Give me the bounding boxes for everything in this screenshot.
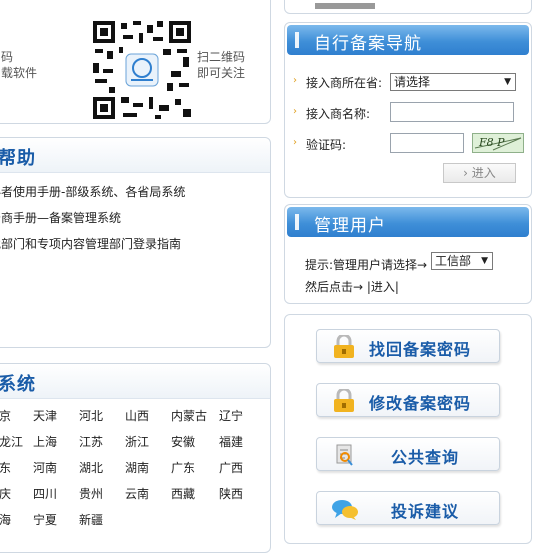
province-link[interactable]: 陕西 xyxy=(219,485,243,502)
recover-password-button[interactable]: 找回备案密码 xyxy=(316,329,500,363)
help-link-login-guide[interactable]: 批部门和专项内容管理部门登录指南 xyxy=(0,235,185,261)
province-link[interactable]: 山西 xyxy=(125,407,149,424)
province-link[interactable]: 青海 xyxy=(0,511,11,528)
bureau-title-bar: 局系统 xyxy=(0,364,270,399)
quick-tools-panel: 找回备案密码 修改备案密码 公共查询 投诉建议 xyxy=(284,314,532,544)
help-link-manual-provider[interactable]: 务商手册—备案管理系统 xyxy=(0,209,185,235)
title-marker xyxy=(295,214,299,230)
province-link[interactable]: 广东 xyxy=(171,459,195,476)
scan-to-follow-text: 扫二维码 即可关注 xyxy=(197,50,246,80)
province-link[interactable]: 西藏 xyxy=(171,485,195,502)
change-password-label: 修改备案密码 xyxy=(369,394,472,413)
help-title-bar: 统帮助 xyxy=(0,138,270,173)
self-filing-nav-panel: 自行备案导航 › 接入商所在省: 请选择 ▼ › 接入商名称: › 验证码: F… xyxy=(284,22,532,198)
bullet-arrow-icon: › xyxy=(293,106,297,117)
province-link[interactable]: 北京 xyxy=(0,407,11,424)
nav-enter-label: 进入 xyxy=(471,166,496,180)
chat-icon xyxy=(331,497,359,521)
nav-enter-button[interactable]: › 进入 xyxy=(443,163,516,183)
province-link[interactable]: 云南 xyxy=(125,485,149,502)
captcha-image[interactable]: F8 P xyxy=(472,133,524,153)
province-link[interactable]: 河南 xyxy=(33,459,57,476)
province-link[interactable]: 湖南 xyxy=(125,459,149,476)
province-link[interactable]: 贵州 xyxy=(79,485,103,502)
complaint-button[interactable]: 投诉建议 xyxy=(316,491,500,525)
system-help-panel: 统帮助 办者使用手册-部级系统、各省局系统 务商手册—备案管理系统 批部门和专项… xyxy=(0,137,271,348)
lock-icon xyxy=(331,333,359,359)
public-query-button[interactable]: 公共查询 xyxy=(316,437,500,471)
province-link[interactable]: 河北 xyxy=(79,407,103,424)
complaint-label: 投诉建议 xyxy=(391,502,460,521)
top-partial-panel xyxy=(284,0,532,14)
qr-code-image xyxy=(93,21,191,119)
bullet-arrow-icon: › xyxy=(293,75,297,86)
admin-hint-prefix: 提示:管理用户请选择→ xyxy=(305,258,428,272)
recover-password-label: 找回备案密码 xyxy=(369,340,472,359)
svg-text:F8 P: F8 P xyxy=(478,136,505,149)
admin-title-bar: 管理用户 xyxy=(287,207,529,237)
province-link[interactable]: 广西 xyxy=(219,459,243,476)
chevron-down-icon: ▼ xyxy=(481,256,488,266)
admin-hint-suffix: 然后点击→ |进入| xyxy=(305,280,399,294)
captcha-label: 验证码: xyxy=(306,138,347,152)
province-link[interactable]: 新疆 xyxy=(79,511,103,528)
chevron-down-icon: ▼ xyxy=(504,77,511,87)
province-link[interactable]: 浙江 xyxy=(125,433,149,450)
province-link[interactable]: 内蒙古 xyxy=(171,407,207,424)
admin-user-panel: 管理用户 提示:管理用户请选择→ 工信部 ▼ 然后点击→ |进入| xyxy=(284,204,532,304)
public-query-label: 公共查询 xyxy=(391,448,460,467)
province-link[interactable]: 黑龙江 xyxy=(0,433,23,450)
bullet-arrow-icon: › xyxy=(293,137,297,148)
nav-title: 自行备案导航 xyxy=(314,34,422,54)
captcha-input[interactable] xyxy=(390,133,464,153)
name-label: 接入商名称: xyxy=(306,107,371,121)
change-password-button[interactable]: 修改备案密码 xyxy=(316,383,500,417)
help-link-manual-admin[interactable]: 办者使用手册-部级系统、各省局系统 xyxy=(0,183,185,209)
province-link[interactable]: 重庆 xyxy=(0,485,11,502)
province-link[interactable]: 湖北 xyxy=(79,459,103,476)
help-title: 统帮助 xyxy=(0,148,36,169)
provincial-bureau-panel: 局系统 北京 天津 河北 山西 内蒙古辽宁黑龙江上海 江苏 浙江 安徽 福建山东 河南 湖北 湖南 广东… xyxy=(0,363,271,553)
province-label: 接入商所在省: xyxy=(306,76,383,90)
nav-title-bar: 自行备案导航 xyxy=(287,25,529,55)
department-select-value: 工信部 xyxy=(435,254,472,268)
qr-code-panel: 码 载软件 扫二维码 即可关注 xyxy=(0,0,271,124)
province-link[interactable]: 江苏 xyxy=(79,433,103,450)
search-doc-icon xyxy=(331,443,359,467)
province-link[interactable]: 安徽 xyxy=(171,433,195,450)
lock-icon xyxy=(331,387,359,413)
province-select[interactable]: 请选择 ▼ xyxy=(390,73,516,91)
department-select[interactable]: 工信部 ▼ xyxy=(431,252,493,270)
admin-title: 管理用户 xyxy=(314,216,386,236)
download-app-text: 码 载软件 xyxy=(1,50,38,80)
province-link[interactable]: 天津 xyxy=(33,407,57,424)
title-marker xyxy=(295,32,299,48)
province-link[interactable]: 山东 xyxy=(0,459,11,476)
province-link[interactable]: 宁夏 xyxy=(33,511,57,528)
province-select-value: 请选择 xyxy=(394,75,431,89)
province-link[interactable]: 上海 xyxy=(33,433,57,450)
province-link[interactable]: 福建 xyxy=(219,433,243,450)
province-link[interactable]: 四川 xyxy=(33,485,57,502)
province-link[interactable]: 辽宁 xyxy=(219,407,243,424)
provider-name-input[interactable] xyxy=(390,102,514,122)
bureau-title: 局系统 xyxy=(0,374,36,395)
